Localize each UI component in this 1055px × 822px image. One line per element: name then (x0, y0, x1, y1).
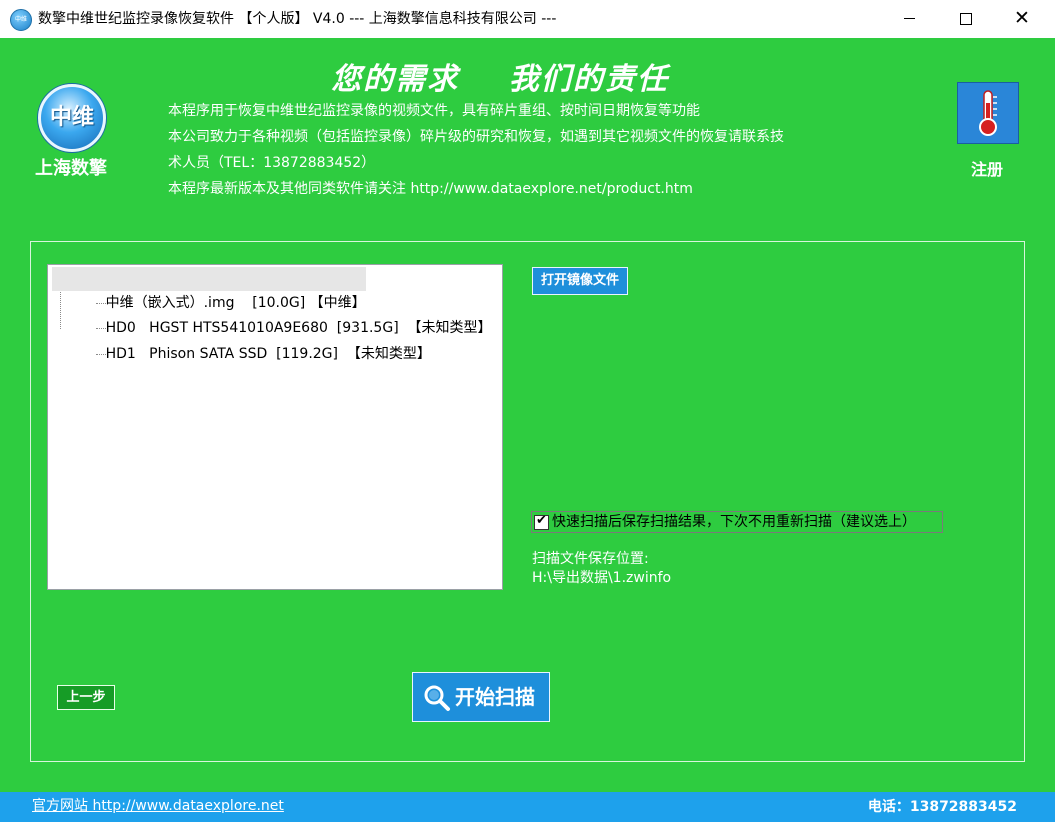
app-icon-text: 中维 (14, 16, 27, 23)
tree-item-label: HD1 Phison SATA SSD [119.2G] 【未知类型】 (105, 346, 431, 362)
register-label[interactable]: 注册 (957, 156, 1017, 180)
website-link[interactable]: 官方网站 http://www.dataexplore.net (32, 792, 284, 820)
logo-text: 中维 (49, 105, 94, 130)
company-name: 上海数擎 (35, 158, 107, 179)
save-location-label: 扫描文件保存位置: (532, 551, 649, 567)
footer-phone: 电话：13872883452 (867, 799, 1017, 815)
tree-branch (88, 342, 106, 366)
quick-scan-option[interactable]: ✔ 快速扫描后保存扫描结果，下次不用重新扫描（建议选上） (531, 511, 943, 533)
main-panel: 中维（嵌入式）.img [10.0G] 【中维】 HD0 HGST HTS541… (30, 241, 1025, 762)
thermometer-icon (979, 90, 997, 136)
close-icon: ✕ (1014, 7, 1030, 29)
slogan: 您的需求 我们的责任 (331, 62, 669, 97)
description-line-4: 本程序最新版本及其他同类软件请关注 http://www.dataexplore… (168, 181, 693, 197)
description-line-2: 本公司致力于各种视频（包括监控录像）碎片级的研究和恢复，如遇到其它视频文件的恢复… (168, 129, 784, 145)
minimize-icon (904, 18, 915, 19)
description-line-1: 本程序用于恢复中维世纪监控录像的视频文件，具有碎片重组、按时间日期恢复等功能 (168, 103, 700, 119)
tree-item-hd0[interactable]: HD0 HGST HTS541010A9E680 [931.5G] 【未知类型】 (52, 292, 492, 336)
app-icon: 中维 (10, 9, 32, 31)
main-window: 中维 上海数擎 您的需求 我们的责任 本程序用于恢复中维世纪监控录像的视频文件，… (0, 38, 1055, 822)
maximize-icon (960, 13, 972, 25)
start-scan-label: 开始扫描 (455, 685, 535, 709)
tree-item-image[interactable]: 中维（嵌入式）.img [10.0G] 【中维】 (52, 267, 366, 311)
company-logo: 中维 (38, 84, 106, 152)
open-image-button[interactable]: 打开镜像文件 (532, 267, 628, 295)
disk-tree[interactable]: 中维（嵌入式）.img [10.0G] 【中维】 HD0 HGST HTS541… (47, 264, 503, 590)
title-bar: 中维 数擎中维世纪监控录像恢复软件 【个人版】 V4.0 --- 上海数擎信息科… (0, 0, 1055, 39)
search-icon (424, 685, 450, 711)
quick-scan-label: 快速扫描后保存扫描结果，下次不用重新扫描（建议选上） (552, 514, 916, 530)
checkmark-icon: ✔ (536, 513, 547, 528)
maximize-button[interactable] (939, 0, 992, 38)
save-location-path: H:\导出数据\1.zwinfo (532, 570, 672, 586)
register-button[interactable] (957, 82, 1019, 144)
close-button[interactable]: ✕ (995, 0, 1048, 38)
minimize-button[interactable] (883, 0, 936, 38)
prev-step-button[interactable]: 上一步 (57, 685, 115, 710)
start-scan-button[interactable]: 开始扫描 (412, 672, 550, 722)
footer-bar: 官方网站 http://www.dataexplore.net 电话：13872… (0, 792, 1055, 822)
window-title: 数擎中维世纪监控录像恢复软件 【个人版】 V4.0 --- 上海数擎信息科技有限… (38, 11, 557, 27)
quick-scan-checkbox[interactable]: ✔ (534, 513, 549, 530)
description-line-3: 术人员（TEL：13872883452） (168, 155, 376, 171)
tree-item-hd1[interactable]: HD1 Phison SATA SSD [119.2G] 【未知类型】 (52, 318, 431, 362)
